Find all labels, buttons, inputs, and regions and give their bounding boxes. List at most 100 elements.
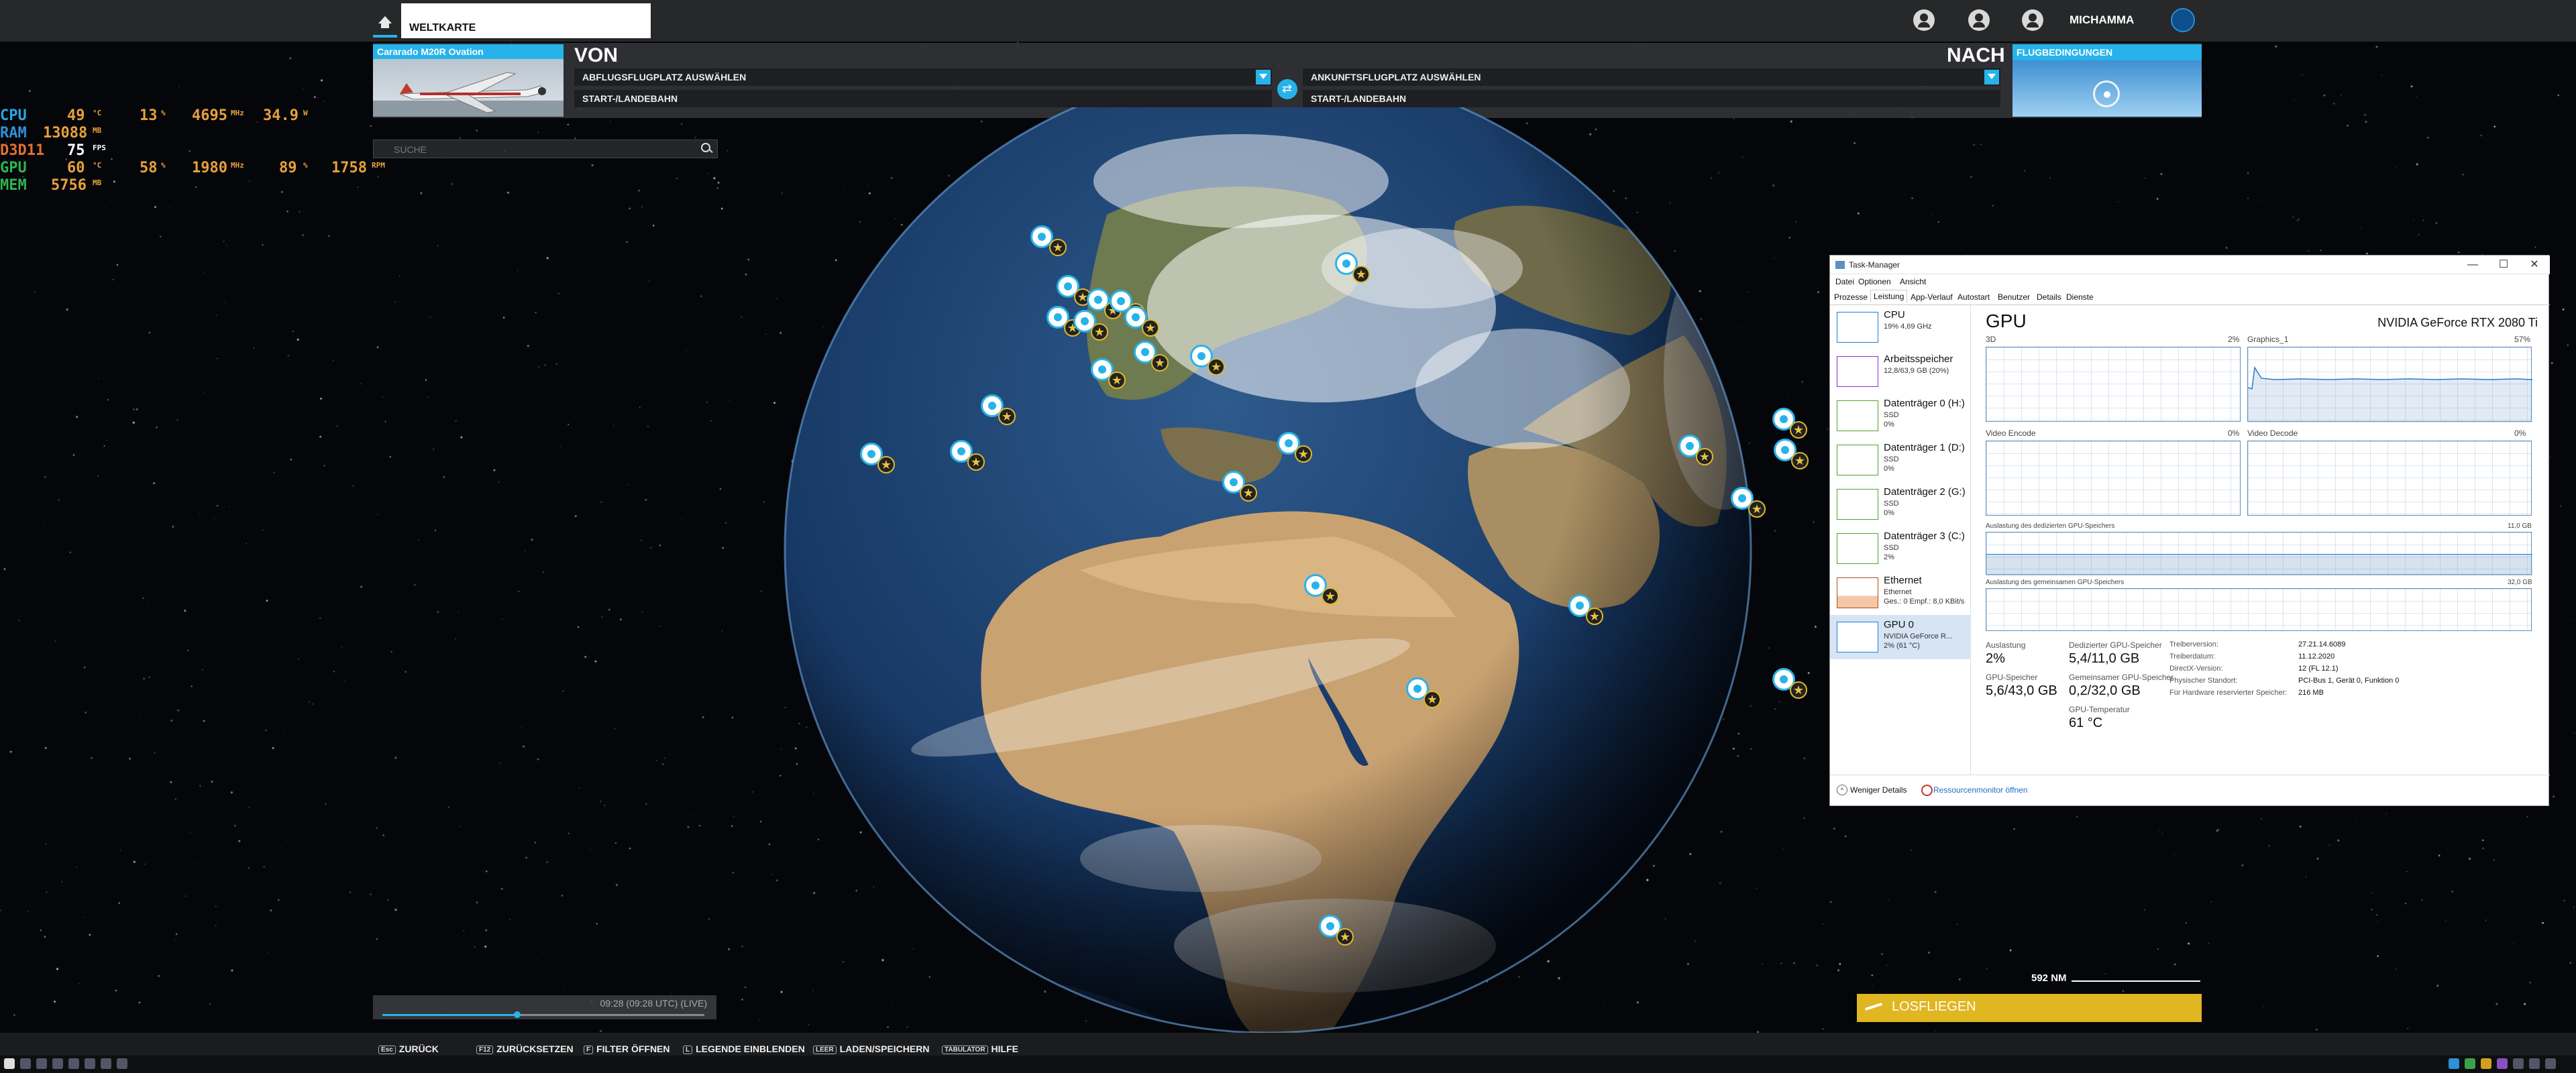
flight-conditions-card[interactable]: FLUGBEDINGUNGEN <box>2012 44 2202 117</box>
search-icon[interactable] <box>699 142 713 155</box>
takeoff-button[interactable]: LOSFLIEGEN <box>1857 994 2202 1022</box>
menu-ansicht[interactable]: Ansicht <box>1900 277 1926 286</box>
tray-icon[interactable] <box>2513 1058 2524 1069</box>
dedicated-label: Dedizierter GPU-Speicher <box>2069 640 2162 650</box>
util-value: 2% <box>1986 651 2005 666</box>
key-badge: TABULATOR <box>942 1045 988 1054</box>
sidebar-item-detail: Ethernet <box>1884 588 1912 596</box>
close-icon[interactable]: ✕ <box>2519 256 2550 274</box>
graph-max-shared: 32,0 GB <box>2508 579 2532 586</box>
key-badge: F12 <box>476 1045 494 1054</box>
tab-weltkarte[interactable]: WELTKARTE <box>401 3 651 38</box>
sidebar-item-disk-1[interactable]: Datenträger 1 (D:) SSD 0% <box>1830 438 1971 482</box>
taskbar-app-icon[interactable] <box>101 1058 111 1069</box>
tab-prozesse[interactable]: Prozesse <box>1834 292 1868 302</box>
sidebar-item-ethernet[interactable]: Ethernet Ethernet Ges.: 0 Empf.: 8,0 KBit/… <box>1830 571 1971 615</box>
hint-legend[interactable]: L LEGENDE EINBLENDEN <box>683 1043 805 1054</box>
graph-graphics1 <box>2247 347 2532 422</box>
tray-icon[interactable] <box>2481 1058 2491 1069</box>
mem-unit: MB <box>93 178 102 187</box>
hint-load-save[interactable]: LEER LADEN/SPEICHERN <box>813 1043 929 1054</box>
tray-icon[interactable] <box>2497 1058 2508 1069</box>
sidebar-item-detail: 12,8/63,9 GB (20%) <box>1884 367 1949 375</box>
detail-label: Treiberdatum: <box>2169 653 2216 661</box>
home-button[interactable] <box>373 7 397 38</box>
user-icon[interactable] <box>2022 9 2043 31</box>
resource-monitor-link[interactable]: Ressourcenmonitor öffnen <box>1933 785 2028 795</box>
sidebar-item-gpu[interactable]: GPU 0 NVIDIA GeForce R... 2% (61 °C) <box>1830 615 1971 659</box>
arrival-airport-select[interactable]: ANKUNFTSFLUGPLATZ AUSWÄHLEN <box>1303 68 2000 86</box>
profile-icon[interactable] <box>1968 9 1990 31</box>
taskbar-app-icon[interactable] <box>117 1058 127 1069</box>
sidebar-item-detail: SSD <box>1884 544 1899 552</box>
tab-leistung[interactable]: Leistung <box>1870 290 1908 302</box>
hint-reset[interactable]: F12 ZURÜCKSETZEN <box>476 1043 574 1054</box>
sidebar-item-detail: SSD <box>1884 455 1899 463</box>
tab-details[interactable]: Details <box>2037 292 2061 302</box>
username[interactable]: MICHAMMA <box>2070 13 2134 27</box>
cpu-clock: 4695 <box>192 107 227 124</box>
star-icon: ★ <box>1322 587 1339 605</box>
world-globe[interactable] <box>731 107 1805 1046</box>
tab-benutzer[interactable]: Benutzer <box>1998 292 2030 302</box>
graph-label-video-decode[interactable]: Video Decode <box>2247 429 2298 438</box>
aircraft-card[interactable]: Cararado M20R Ovation <box>373 44 564 117</box>
menu-datei[interactable]: Datei <box>1835 277 1854 286</box>
star-icon: ★ <box>1295 445 1312 463</box>
friends-icon[interactable] <box>1913 9 1935 31</box>
tab-autostart[interactable]: Autostart <box>1957 292 1990 302</box>
taskbar-app-icon[interactable] <box>36 1058 47 1069</box>
tray-icon[interactable] <box>2545 1058 2556 1069</box>
detail-value: 27.21.14.6089 <box>2298 640 2346 648</box>
hint-label: ZURÜCK <box>398 1043 439 1054</box>
tray-icon[interactable] <box>2449 1058 2459 1069</box>
taskbar-app-icon[interactable] <box>20 1058 31 1069</box>
detail-label: Für Hardware reservierter Speicher: <box>2169 689 2288 697</box>
globe-icon[interactable] <box>2171 8 2195 32</box>
sidebar-item-cpu[interactable]: CPU 19% 4,69 GHz <box>1830 305 1971 349</box>
tray-icon[interactable] <box>2465 1058 2475 1069</box>
sidebar-item-disk-2[interactable]: Datenträger 2 (G:) SSD 0% <box>1830 482 1971 526</box>
detail-value: 12 (FL 12.1) <box>2298 665 2339 673</box>
departure-runway-select[interactable]: START-/LANDEBAHN <box>574 90 1272 107</box>
menu-optionen[interactable]: Optionen <box>1858 277 1891 286</box>
star-icon: ★ <box>998 408 1016 425</box>
time-slider-handle[interactable] <box>514 1011 521 1018</box>
tray-icon[interactable] <box>2529 1058 2540 1069</box>
hint-help[interactable]: TABULATOR HILFE <box>942 1043 1018 1054</box>
cpu-power: 34.9 <box>263 107 299 124</box>
detail-label: Treiberversion: <box>2169 640 2218 648</box>
sidebar-item-memory[interactable]: Arbeitsspeicher 12,8/63,9 GB (20%) <box>1830 349 1971 394</box>
time-slider-panel[interactable]: 09:28 (09:28 UTC) (LIVE) <box>373 995 716 1019</box>
taskbar-app-icon[interactable] <box>52 1058 63 1069</box>
chevron-down-icon[interactable] <box>1984 70 1999 84</box>
arrival-runway-select[interactable]: START-/LANDEBAHN <box>1303 90 2000 107</box>
window-titlebar[interactable]: Task-Manager <box>1830 256 2550 274</box>
cpu-temp: 49 <box>67 107 85 124</box>
maximize-icon[interactable]: ☐ <box>2488 256 2519 274</box>
sidebar-item-disk-0[interactable]: Datenträger 0 (H:) SSD 0% <box>1830 394 1971 438</box>
detail-label: Physischer Standort: <box>2169 677 2238 685</box>
gpu-rpm: 1758 <box>331 160 367 176</box>
graph-label-video-encode[interactable]: Video Encode <box>1986 429 2036 438</box>
tab-dienste[interactable]: Dienste <box>2066 292 2094 302</box>
chevron-down-icon[interactable] <box>1256 70 1271 84</box>
cpu-power-unit: W <box>303 109 308 117</box>
minimize-icon[interactable]: — <box>2457 256 2488 274</box>
start-icon[interactable] <box>4 1058 15 1069</box>
search-input[interactable]: SUCHE <box>373 139 718 158</box>
taskbar-app-icon[interactable] <box>68 1058 79 1069</box>
chevron-up-icon[interactable]: ^ <box>1837 785 1847 795</box>
departure-airport-select[interactable]: ABFLUGSFLUGPLATZ AUSWÄHLEN <box>574 68 1272 86</box>
hint-back[interactable]: Esc ZURÜCK <box>378 1043 439 1054</box>
star-icon: ★ <box>1208 358 1225 376</box>
graph-label-graphics1[interactable]: Graphics_1 <box>2247 335 2288 344</box>
hint-filter[interactable]: F FILTER ÖFFNEN <box>584 1043 670 1054</box>
star-icon: ★ <box>1091 323 1108 341</box>
fewer-details-link[interactable]: Weniger Details <box>1850 785 1907 795</box>
task-manager-window[interactable]: Task-Manager — ☐ ✕ Datei Optionen Ansich… <box>1829 255 2550 806</box>
taskbar-app-icon[interactable] <box>85 1058 95 1069</box>
swap-icon[interactable]: ⇄ <box>1277 79 1297 99</box>
sidebar-item-disk-3[interactable]: Datenträger 3 (C:) SSD 2% <box>1830 526 1971 571</box>
tab-app-verlauf[interactable]: App-Verlauf <box>1911 292 1953 302</box>
